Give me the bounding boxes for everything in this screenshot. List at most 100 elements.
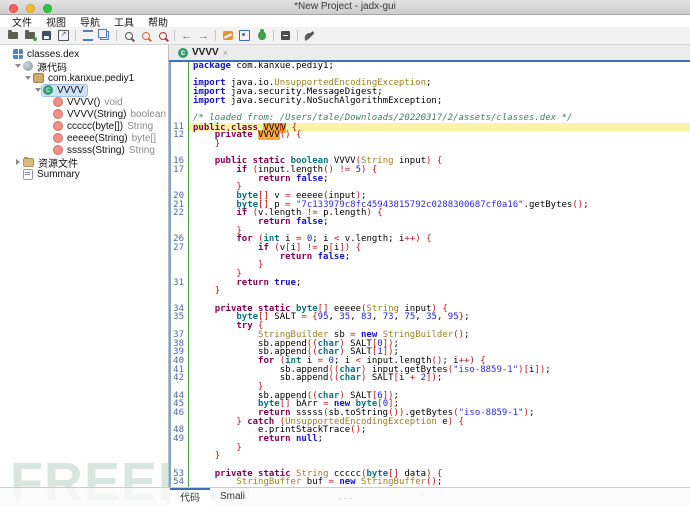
- search-comment-icon[interactable]: [154, 28, 171, 43]
- chevron-right-icon[interactable]: [13, 159, 22, 165]
- editor-tab-strip: c VVVV ×: [169, 45, 690, 62]
- code-text: return true;: [188, 279, 690, 288]
- tree-item-com.kanxue.pediy1[interactable]: com.kanxue.pediy1: [0, 72, 168, 84]
- menu-item-1[interactable]: 视图: [39, 14, 73, 29]
- tree-label-wrap: VVVV()void: [52, 97, 126, 108]
- back-icon[interactable]: ←: [178, 28, 195, 43]
- menu-item-3[interactable]: 工具: [107, 14, 141, 29]
- project-tree-panel: classes.dex源代码com.kanxue.pediy1cVVVVVVVV…: [0, 45, 169, 488]
- tree-label-wrap: 源代码: [22, 59, 70, 74]
- menu-item-2[interactable]: 导航: [73, 14, 107, 29]
- window-title: *New Project - jadx-gui: [0, 1, 690, 12]
- code-line[interactable]: }: [171, 140, 690, 149]
- class-icon: c: [43, 85, 53, 95]
- tree-item-VVVV(String)[interactable]: VVVV(String)boolean: [0, 108, 168, 120]
- code-text: package com.kanxue.pediy1;: [188, 62, 690, 71]
- class-icon: c: [178, 48, 188, 58]
- reload-icon[interactable]: [79, 28, 96, 43]
- chevron-down-icon[interactable]: [23, 76, 32, 80]
- code-line[interactable]: import java.security.NoSuchAlgorithmExce…: [171, 97, 690, 106]
- code-line[interactable]: return false;: [171, 175, 690, 184]
- chevron-down-icon[interactable]: [13, 64, 22, 68]
- tree-item-type: String: [127, 121, 153, 132]
- chevron-down-icon[interactable]: [33, 88, 42, 92]
- deobfuscation-icon[interactable]: [219, 28, 236, 43]
- tab-vvvv[interactable]: c VVVV ×: [172, 45, 234, 60]
- method-icon: [53, 109, 63, 119]
- menu-item-0[interactable]: 文件: [5, 14, 39, 29]
- toolbar-separator: [174, 30, 175, 41]
- code-text: return null;: [188, 435, 690, 444]
- open-file-icon[interactable]: [4, 28, 21, 43]
- toolbar: ↗ ← →: [0, 27, 690, 45]
- quark-analysis-icon[interactable]: [236, 28, 253, 43]
- tree-item-资源文件[interactable]: 资源文件: [0, 156, 168, 168]
- search-class-icon[interactable]: [137, 28, 154, 43]
- toolbar-separator: [215, 30, 216, 41]
- code-line[interactable]: }: [171, 444, 690, 453]
- line-number: 12: [171, 131, 186, 140]
- tree-label-wrap: 资源文件: [22, 155, 81, 170]
- code-line[interactable]: 12 private VVVV() {: [171, 131, 690, 140]
- copy-class-icon[interactable]: [96, 28, 113, 43]
- close-tab-icon[interactable]: ×: [223, 48, 228, 58]
- code-line[interactable]: }: [171, 287, 690, 296]
- line-number: 22: [171, 209, 186, 218]
- method-icon: [53, 121, 63, 131]
- code-line[interactable]: 31 return true;: [171, 279, 690, 288]
- tree-item-type: void: [104, 97, 122, 108]
- code-line[interactable]: }: [171, 452, 690, 461]
- search-text-icon[interactable]: [120, 28, 137, 43]
- tree-label-wrap: eeeee(String)byte[]: [52, 133, 159, 144]
- code-text: }: [188, 140, 690, 149]
- toolbar-separator: [116, 30, 117, 41]
- tree-item-label: com.kanxue.pediy1: [48, 73, 134, 84]
- summary-icon: [23, 169, 33, 180]
- code-line[interactable]: package com.kanxue.pediy1;: [171, 62, 690, 71]
- code-text: }: [188, 452, 690, 461]
- debugger-icon[interactable]: [253, 28, 270, 43]
- tree-item-label: Summary: [37, 169, 80, 180]
- tree-label-wrap: com.kanxue.pediy1: [32, 73, 137, 84]
- source-icon: [23, 61, 33, 71]
- toolbar-separator: [297, 30, 298, 41]
- line-number: [171, 287, 186, 296]
- add-files-icon[interactable]: [21, 28, 38, 43]
- code-area[interactable]: package com.kanxue.pediy1; import java.i…: [169, 62, 690, 488]
- tree-item-eeeee(String)[interactable]: eeeee(String)byte[]: [0, 132, 168, 144]
- line-number: 54: [171, 478, 186, 487]
- tree-item-label: 资源文件: [38, 155, 78, 170]
- code-line[interactable]: return false;: [171, 218, 690, 227]
- tree-item-源代码[interactable]: 源代码: [0, 60, 168, 72]
- method-icon: [53, 145, 63, 155]
- menu-bar: 文件视图导航工具帮助: [0, 15, 690, 27]
- method-icon: [53, 133, 63, 143]
- tree-item-label: VVVV(String): [67, 109, 126, 120]
- main-split: classes.dex源代码com.kanxue.pediy1cVVVVVVVV…: [0, 45, 690, 488]
- tree-selection: cVVVV: [42, 85, 87, 96]
- code-text: import java.security.NoSuchAlgorithmExce…: [188, 97, 690, 106]
- line-number: 27: [171, 244, 186, 253]
- code-text: }: [188, 444, 690, 453]
- line-number: [171, 105, 186, 114]
- forward-icon[interactable]: →: [195, 28, 212, 43]
- code-line[interactable]: 49 return null;: [171, 435, 690, 444]
- method-icon: [53, 97, 63, 107]
- tree-item-ccccc(byte[])[interactable]: ccccc(byte[])String: [0, 120, 168, 132]
- tree-item-Summary[interactable]: Summary: [0, 168, 168, 180]
- code-editor-panel: c VVVV × package com.kanxue.pediy1; impo…: [169, 45, 690, 488]
- code-line[interactable]: 54 StringBuffer buf = new StringBuffer()…: [171, 478, 690, 487]
- preferences-icon[interactable]: [301, 28, 318, 43]
- export-icon[interactable]: ↗: [55, 28, 72, 43]
- code-line[interactable]: }: [171, 261, 690, 270]
- tree-item-VVVV[interactable]: cVVVV: [0, 84, 168, 96]
- save-all-icon[interactable]: [38, 28, 55, 43]
- code-line[interactable]: /* loaded from: /Users/tale/Downloads/20…: [171, 114, 690, 123]
- line-number: [171, 452, 186, 461]
- package-icon: [33, 73, 44, 83]
- tree-item-VVVV()[interactable]: VVVV()void: [0, 96, 168, 108]
- menu-item-4[interactable]: 帮助: [141, 14, 175, 29]
- bottom-tab-代码[interactable]: 代码: [170, 488, 210, 505]
- log-viewer-icon[interactable]: [277, 28, 294, 43]
- bottom-tab-Smali[interactable]: Smali: [210, 488, 255, 505]
